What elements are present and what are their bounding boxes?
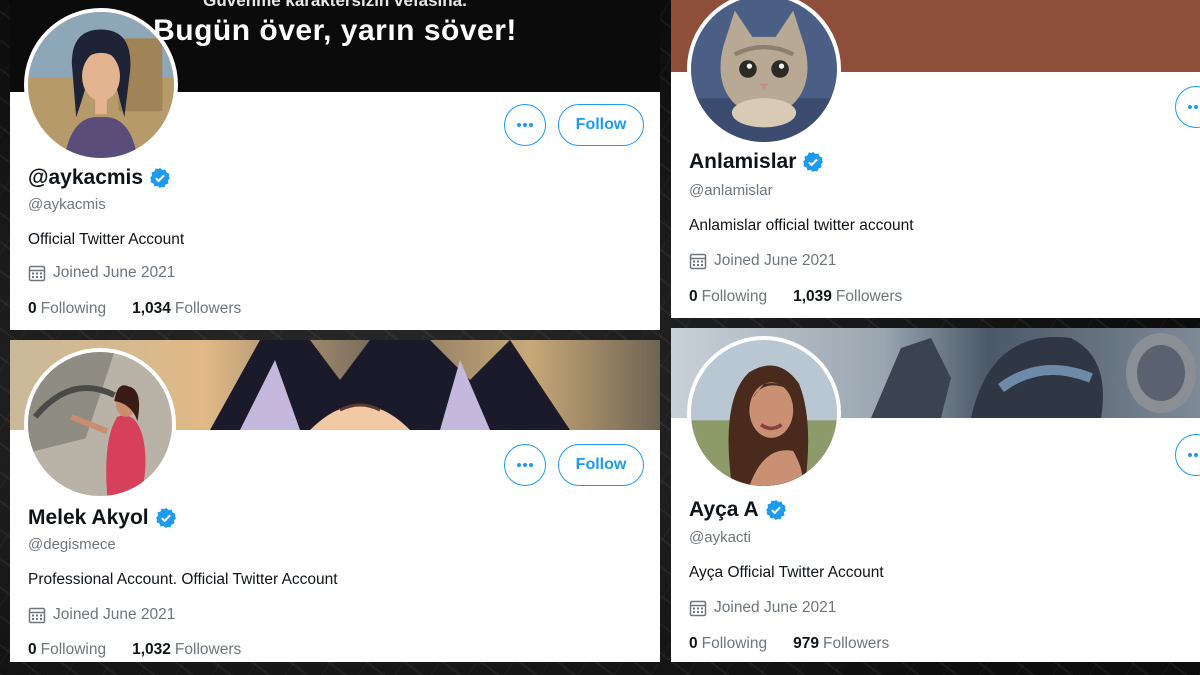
- joined-text: Joined June 2021: [714, 252, 837, 269]
- profile-card-aykacmis: Güvenme karaktersizin vefasına. Bugün öv…: [10, 0, 660, 330]
- profile-avatar[interactable]: [24, 348, 176, 500]
- profile-handle: @aykacmis: [28, 196, 106, 213]
- profile-bio: Official Twitter Account: [28, 231, 185, 248]
- followers-link[interactable]: 1,032 Followers: [132, 641, 241, 659]
- followers-count: 979: [793, 635, 819, 652]
- calendar-icon: [689, 600, 707, 617]
- display-name: @aykacmis: [28, 166, 144, 189]
- calendar-icon: [689, 253, 707, 270]
- following-link[interactable]: 0 Following: [689, 288, 767, 306]
- more-options-button[interactable]: [1175, 434, 1200, 476]
- profile-bio: Anlamislar official twitter account: [689, 217, 914, 234]
- profile-bio: Ayça Official Twitter Account: [689, 564, 884, 581]
- more-dots-icon: [517, 463, 533, 467]
- joined-text: Joined June 2021: [53, 264, 176, 281]
- calendar-icon: [28, 265, 46, 282]
- following-link[interactable]: 0 Following: [689, 635, 767, 653]
- followers-count: 1,039: [793, 288, 832, 305]
- profile-handle: @aykacti: [689, 529, 751, 546]
- more-dots-icon: [517, 123, 533, 127]
- more-dots-icon: [1188, 105, 1198, 109]
- verified-badge-icon: [803, 151, 824, 173]
- following-label: Following: [40, 641, 107, 658]
- follow-stats: 0 Following 1,039 Followers: [689, 288, 928, 306]
- display-name: Melek Akyol: [28, 506, 149, 529]
- joined-text: Joined June 2021: [53, 606, 176, 623]
- followers-link[interactable]: 979 Followers: [793, 635, 889, 653]
- joined-date: Joined June 2021: [689, 252, 836, 270]
- more-options-button[interactable]: [1175, 86, 1200, 128]
- kitten-photo: [691, 0, 837, 142]
- profile-card-anlamislar: Anlamislar @anlamislar Anlamislar offici…: [671, 0, 1200, 318]
- following-link[interactable]: 0 Following: [28, 300, 106, 318]
- followers-label: Followers: [174, 300, 242, 317]
- profile-handle: @degismece: [28, 536, 116, 553]
- followers-label: Followers: [822, 635, 890, 652]
- follow-stats: 0 Following 1,032 Followers: [28, 641, 267, 659]
- more-options-button[interactable]: [504, 104, 546, 146]
- followers-label: Followers: [174, 641, 242, 658]
- calendar-icon: [28, 607, 46, 624]
- woman-umbrella-photo: [28, 352, 172, 496]
- profile-handle: @anlamislar: [689, 182, 773, 199]
- more-dots-icon: [1188, 453, 1198, 457]
- followers-link[interactable]: 1,039 Followers: [793, 288, 902, 306]
- profile-avatar[interactable]: [687, 336, 841, 490]
- follow-button[interactable]: Follow: [558, 444, 644, 486]
- followers-link[interactable]: 1,034 Followers: [132, 300, 241, 318]
- display-name: Anlamislar: [689, 150, 797, 173]
- joined-date: Joined June 2021: [28, 606, 175, 624]
- following-count: 0: [689, 635, 698, 652]
- following-label: Following: [701, 288, 768, 305]
- more-options-button[interactable]: [504, 444, 546, 486]
- following-label: Following: [40, 300, 107, 317]
- avatar-illustration: [28, 12, 174, 158]
- joined-date: Joined June 2021: [689, 599, 836, 617]
- following-label: Following: [701, 635, 768, 652]
- verified-badge-icon: [155, 507, 176, 529]
- joined-text: Joined June 2021: [714, 599, 837, 616]
- verified-badge-icon: [149, 167, 171, 189]
- follow-button[interactable]: Follow: [558, 104, 644, 146]
- joined-date: Joined June 2021: [28, 264, 175, 282]
- following-count: 0: [689, 288, 698, 305]
- followers-count: 1,034: [132, 300, 171, 317]
- follow-stats: 0 Following 1,034 Followers: [28, 300, 267, 318]
- profile-card-aykacti: Ayça A @aykacti Ayça Official Twitter Ac…: [671, 328, 1200, 662]
- follow-stats: 0 Following 979 Followers: [689, 635, 915, 653]
- following-link[interactable]: 0 Following: [28, 641, 106, 659]
- followers-count: 1,032: [132, 641, 171, 658]
- profile-avatar[interactable]: [24, 8, 178, 162]
- display-name: Ayça A: [689, 498, 759, 521]
- following-count: 0: [28, 300, 37, 317]
- woman-portrait-photo: [691, 340, 837, 486]
- profile-card-degismece: Follow Melek Akyol @degismece Profession…: [10, 340, 660, 662]
- following-count: 0: [28, 641, 37, 658]
- followers-label: Followers: [835, 288, 903, 305]
- verified-badge-icon: [765, 499, 786, 521]
- profile-bio: Professional Account. Official Twitter A…: [28, 571, 338, 588]
